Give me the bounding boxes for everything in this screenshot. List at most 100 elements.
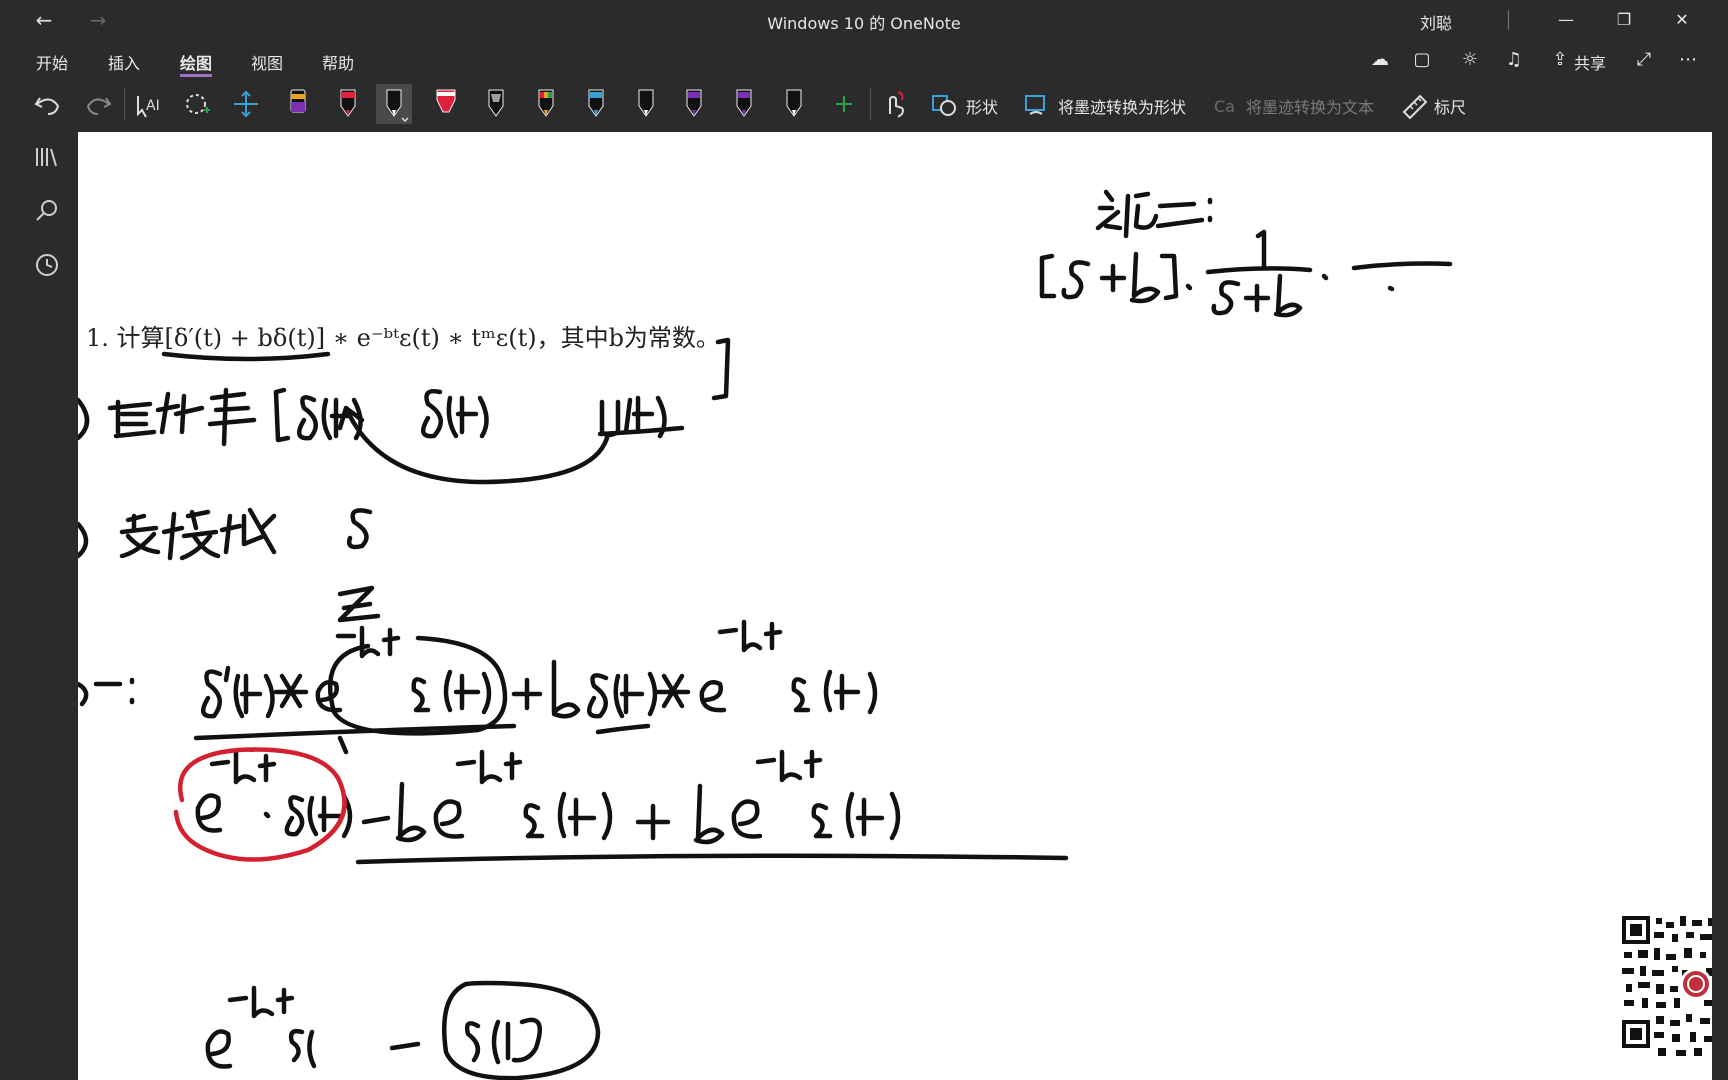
ruler-button[interactable]: 标尺	[1434, 94, 1466, 118]
ink-char-fa	[1095, 189, 1123, 231]
ink-delta-t-5	[288, 1028, 317, 1069]
note-canvas[interactable]: 1. 计算[δ′(t) + bδ(t)] ∗ e⁻ᵇᵗε(t) ∗ tᵐε(t)…	[78, 132, 1712, 1080]
shapes-icon[interactable]	[926, 84, 962, 124]
pen-purple-1-icon[interactable]	[676, 84, 712, 124]
ink-e-3	[195, 793, 223, 833]
ribbon-separator	[870, 88, 871, 120]
close-icon[interactable]: ✕	[1664, 8, 1700, 32]
ink-plus-1	[511, 677, 543, 711]
ink-frac-bar-2	[1351, 261, 1453, 271]
ink-to-shape-icon[interactable]	[1018, 84, 1054, 124]
ink-e-2	[699, 680, 727, 713]
ink-delta-t-3	[586, 671, 658, 719]
ink-bracket-left	[273, 387, 291, 443]
window-title: Windows 10 的 OneNote	[767, 14, 961, 33]
ink-exp-bt-4	[455, 749, 523, 785]
title-separator	[1508, 10, 1509, 30]
pen-black-icon[interactable]	[628, 84, 664, 124]
ink-bracket-r2	[1159, 253, 1179, 301]
ink-dot	[263, 811, 271, 819]
page-icon[interactable]: ▢	[1408, 48, 1436, 72]
ink-s-plus-b	[1211, 273, 1303, 318]
ink-dot-3	[1321, 273, 1329, 281]
ink-char-suan	[207, 387, 257, 447]
title-bar: ← → Windows 10 的 OneNote 刘聪 — ❐ ✕	[0, 0, 1728, 40]
ink-b-4	[1129, 251, 1161, 304]
ink-b-2	[395, 781, 427, 843]
ink-s-1	[1061, 260, 1091, 300]
ink-circle-term	[327, 635, 508, 736]
tab-home[interactable]: 开始	[36, 50, 68, 74]
ink-eps-t-3	[523, 791, 613, 841]
ink-char-huan	[161, 509, 221, 561]
ink-bracket-l2	[1039, 253, 1057, 299]
add-pen-icon[interactable]	[826, 84, 862, 124]
bell-icon[interactable]: ♫	[1500, 48, 1528, 72]
ink-char-jie	[155, 391, 205, 435]
shapes-button[interactable]: 形状	[966, 94, 998, 118]
share-button[interactable]: 共享	[1574, 50, 1606, 74]
ink-b-1	[551, 659, 581, 719]
pen-silver-icon[interactable]	[478, 84, 514, 124]
tab-draw[interactable]: 绘图	[180, 50, 212, 74]
redo-icon[interactable]	[80, 84, 116, 124]
pen-galaxy-icon[interactable]	[578, 84, 614, 124]
pen-purple-2-icon[interactable]	[726, 84, 762, 124]
touch-draw-icon[interactable]	[876, 84, 912, 124]
ink-dot-2	[1185, 283, 1193, 291]
search-icon[interactable]	[32, 196, 62, 226]
pen-white-icon[interactable]	[776, 84, 812, 124]
more-icon[interactable]: ⋯	[1674, 48, 1702, 72]
ruler-icon[interactable]	[1396, 84, 1432, 124]
fullscreen-icon[interactable]: ⤢	[1630, 48, 1658, 72]
active-tab-indicator	[180, 74, 212, 77]
pen-3-icon-selected[interactable]	[376, 84, 412, 124]
ink-eps-t-1	[411, 669, 492, 715]
ink-char-zhi	[107, 399, 157, 439]
add-space-icon[interactable]	[228, 84, 264, 124]
ink-char-er-left	[1123, 191, 1159, 239]
lightbulb-icon[interactable]: ☼	[1456, 48, 1484, 72]
ink-to-shape-button[interactable]: 将墨迹转换为形状	[1058, 94, 1186, 118]
ink-underline-line4	[355, 853, 1069, 865]
minimize-icon[interactable]: —	[1548, 8, 1584, 32]
ink-arrow	[337, 405, 611, 485]
ribbon-separator	[124, 88, 125, 120]
ink-frac-bar-1	[1205, 266, 1313, 275]
ink-e-6	[205, 1029, 233, 1069]
lasso-select-icon[interactable]	[180, 84, 216, 124]
user-name[interactable]: 刘聪	[1420, 10, 1452, 34]
notebooks-icon[interactable]	[32, 142, 62, 172]
restore-icon[interactable]: ❐	[1606, 8, 1642, 32]
ink-underline-delta	[595, 723, 651, 735]
ink-exp-bt-3	[209, 749, 277, 785]
ink-exp-bt-2	[717, 619, 783, 653]
ink-Z	[337, 585, 381, 623]
tab-insert[interactable]: 插入	[108, 50, 140, 74]
undo-icon[interactable]	[30, 84, 66, 124]
ink-minus-2	[389, 1041, 421, 1051]
type-select-icon[interactable]: AI	[130, 84, 166, 124]
ink-minus	[361, 815, 391, 825]
share-icon[interactable]: ⇪	[1546, 48, 1574, 72]
ink-underline-ut	[597, 425, 685, 437]
tab-view[interactable]: 视图	[251, 50, 283, 74]
ink-underline-problem	[161, 351, 331, 362]
tab-help[interactable]: 帮助	[322, 50, 354, 74]
recent-icon[interactable]	[32, 250, 62, 280]
ink-circle-2	[78, 521, 89, 559]
ink-char-yu	[219, 507, 277, 555]
ink-star-2	[655, 673, 691, 709]
ink-star-1	[273, 673, 309, 709]
ink-e-4	[433, 799, 465, 839]
ink-e-5	[731, 799, 763, 839]
ink-S	[347, 508, 373, 550]
highlighter-red-icon[interactable]	[428, 84, 464, 124]
sync-icon[interactable]: ☁	[1366, 48, 1394, 72]
ink-char-er	[1155, 201, 1205, 229]
ink-plus-2	[635, 803, 671, 841]
pen-2-icon[interactable]	[330, 84, 366, 124]
pen-rainbow-icon[interactable]	[528, 84, 564, 124]
vertical-scrollbar[interactable]	[1712, 132, 1728, 1080]
pen-1-icon[interactable]	[280, 84, 316, 124]
